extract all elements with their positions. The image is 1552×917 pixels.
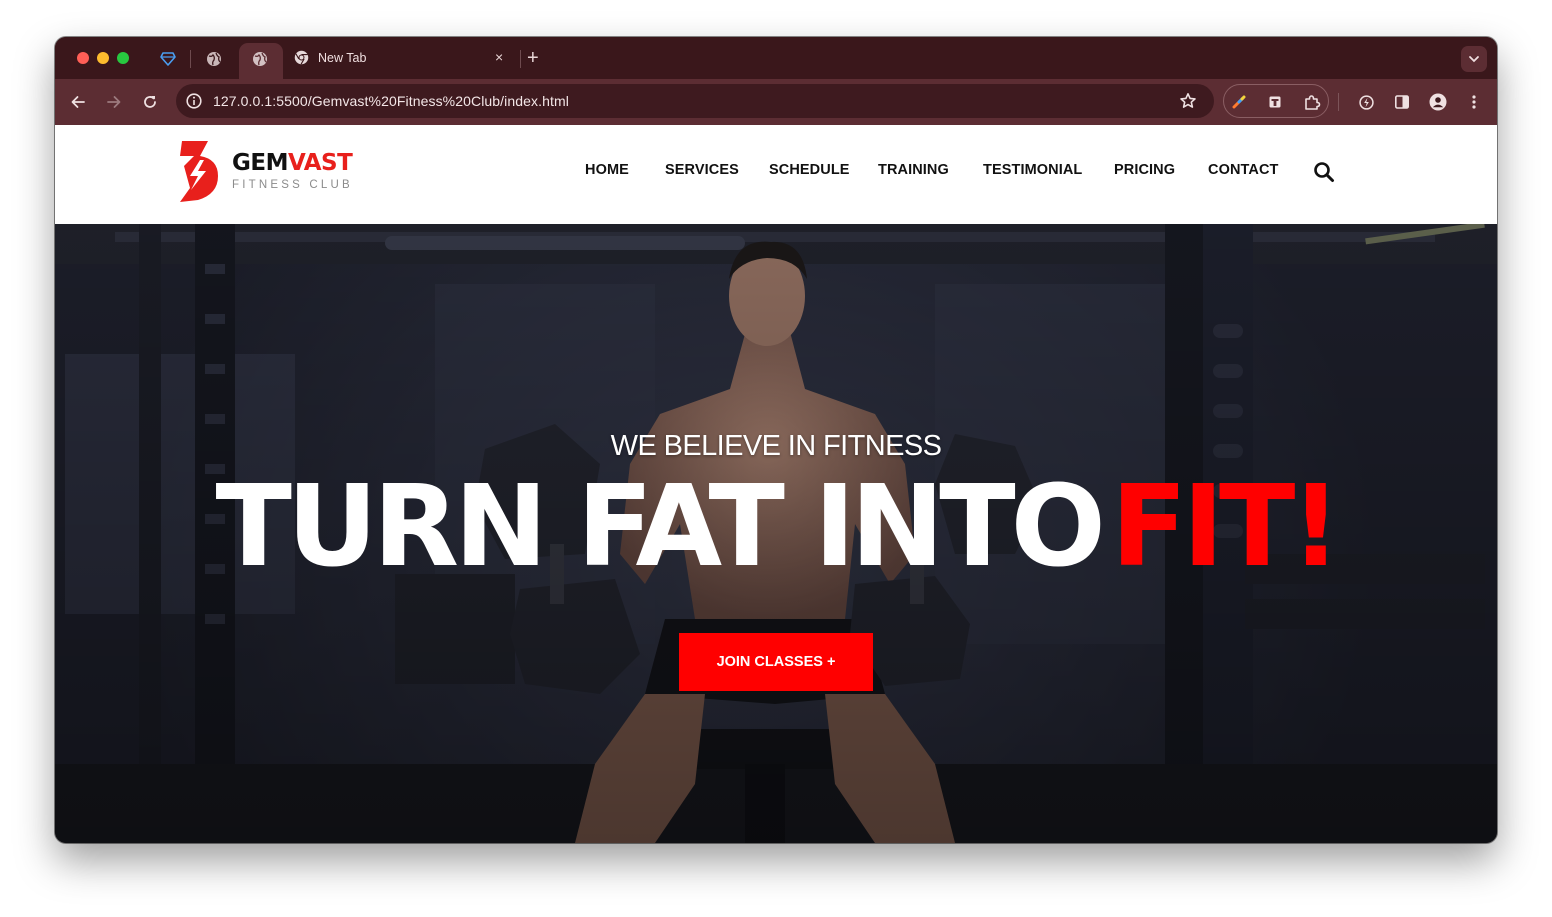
- forward-button[interactable]: [104, 92, 124, 112]
- pinned-tab-globe[interactable]: [203, 48, 225, 70]
- browser-toolbar: 127.0.0.1:5500/Gemvast%20Fitness%20Club/…: [55, 79, 1497, 125]
- site-logo[interactable]: GEMVAST FITNESS CLUB: [174, 138, 354, 208]
- arrow-left-icon: [71, 96, 85, 108]
- tab-title: New Tab: [318, 51, 367, 65]
- web-page: GEMVAST FITNESS CLUB HOME SERVICES SCHED…: [55, 125, 1497, 843]
- speed-icon: [1358, 94, 1374, 110]
- join-classes-button[interactable]: JOIN CLASSES +: [679, 633, 873, 691]
- site-info-icon[interactable]: [185, 92, 203, 110]
- arrow-right-icon: [107, 96, 121, 108]
- tab-new-tab[interactable]: New Tab ×: [287, 43, 517, 73]
- logo-tagline: FITNESS CLUB: [232, 179, 353, 191]
- note-icon: [1269, 96, 1281, 108]
- close-window-button[interactable]: [77, 52, 89, 64]
- toolbar-separator: [1338, 93, 1339, 111]
- browser-menu-button[interactable]: [1464, 92, 1484, 112]
- new-tab-button[interactable]: +: [527, 48, 539, 68]
- search-icon[interactable]: [1313, 161, 1335, 183]
- tab-active[interactable]: [239, 43, 283, 79]
- hero-headline: TURN FAT INTOFIT!: [55, 467, 1497, 587]
- performance-button[interactable]: [1356, 92, 1376, 112]
- color-picker-extension[interactable]: [1230, 93, 1248, 111]
- tab-strip: New Tab × +: [55, 37, 1497, 79]
- hero-tagline: WE BELIEVE IN FITNESS: [610, 430, 942, 462]
- bookmark-star-icon[interactable]: [1179, 92, 1197, 110]
- side-panel-button[interactable]: [1392, 92, 1412, 112]
- nav-home[interactable]: HOME: [585, 162, 629, 182]
- nav-training[interactable]: TRAINING: [878, 162, 949, 182]
- extensions-group: [1223, 84, 1329, 118]
- tab-search-button[interactable]: [1461, 46, 1487, 72]
- address-bar[interactable]: 127.0.0.1:5500/Gemvast%20Fitness%20Club/…: [176, 84, 1214, 118]
- extensions-button[interactable]: [1303, 93, 1321, 111]
- browser-window: New Tab × + 127.0.0.1:5500/Gemvast%20Fit…: [55, 37, 1497, 843]
- site-header: GEMVAST FITNESS CLUB HOME SERVICES SCHED…: [55, 125, 1497, 224]
- logo-word-accent: VAST: [287, 150, 353, 176]
- logo-word-dark: GEM: [232, 150, 288, 176]
- nav-contact[interactable]: CONTACT: [1208, 162, 1279, 182]
- nav-pricing[interactable]: PRICING: [1114, 162, 1175, 182]
- hero-headline-red: FIT!: [1110, 462, 1342, 592]
- logo-wordmark: GEMVAST: [232, 150, 353, 176]
- nav-services[interactable]: SERVICES: [665, 162, 739, 182]
- globe-icon: [207, 52, 221, 66]
- chrome-icon: [294, 50, 309, 65]
- back-button[interactable]: [68, 92, 88, 112]
- hero-headline-white: TURN FAT INTO: [215, 462, 1105, 592]
- pinned-tab-gem[interactable]: [157, 48, 179, 70]
- tab-separator: [520, 50, 521, 68]
- tab-separator: [190, 50, 191, 68]
- avatar-icon: [1429, 93, 1447, 111]
- gem-icon: [160, 52, 176, 66]
- more-vertical-icon: [1472, 95, 1476, 109]
- chevron-down-icon: [1469, 56, 1479, 63]
- maximize-window-button[interactable]: [117, 52, 129, 64]
- color-picker-icon: [1232, 95, 1246, 109]
- reload-button[interactable]: [140, 92, 160, 112]
- reload-icon: [144, 96, 156, 108]
- nav-testimonial[interactable]: TESTIMONIAL: [983, 162, 1082, 182]
- url-text[interactable]: 127.0.0.1:5500/Gemvast%20Fitness%20Club/…: [213, 93, 569, 109]
- hero-section: WE BELIEVE IN FITNESS TURN FAT INTOFIT! …: [55, 224, 1497, 843]
- lightning-logo-icon: [180, 141, 218, 202]
- minimize-window-button[interactable]: [97, 52, 109, 64]
- tab-close-icon[interactable]: ×: [495, 49, 503, 65]
- notes-extension[interactable]: [1266, 93, 1284, 111]
- puzzle-icon: [1305, 95, 1321, 110]
- nav-schedule[interactable]: SCHEDULE: [769, 162, 850, 182]
- side-panel-icon: [1394, 95, 1409, 109]
- profile-button[interactable]: [1428, 92, 1448, 112]
- globe-icon: [253, 52, 267, 66]
